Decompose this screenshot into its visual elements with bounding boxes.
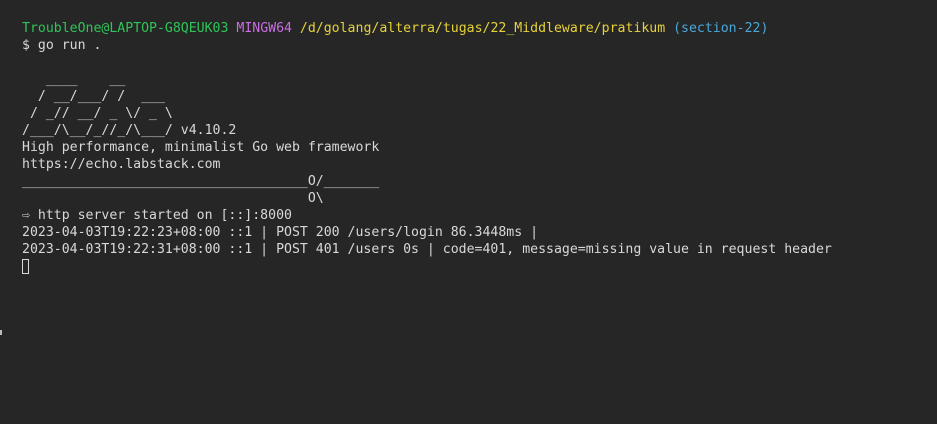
command-line: $ go run . <box>22 38 102 53</box>
banner-line: O\ <box>22 191 324 206</box>
banner-line: /___/\__/_//_/\___/ v4.10.2 <box>22 123 237 138</box>
banner-url: https://echo.labstack.com <box>22 157 221 172</box>
prompt-shell: MINGW64 <box>236 21 292 36</box>
banner-line: / _// __/ _ \/ _ \ <box>22 106 173 121</box>
server-started-line: ⇨ http server started on [::]:8000 <box>22 208 292 223</box>
log-line: 2023-04-03T19:22:23+08:00 ::1 | POST 200… <box>22 225 539 240</box>
cursor-line[interactable] <box>22 258 937 275</box>
banner-tagline: High performance, minimalist Go web fram… <box>22 140 380 155</box>
text-cursor <box>22 259 29 274</box>
prompt-user-host: TroubleOne@LAPTOP-G8QEUK03 <box>22 21 229 36</box>
log-line: 2023-04-03T19:22:31+08:00 ::1 | POST 401… <box>22 242 832 257</box>
banner-line: ____ __ <box>22 72 126 87</box>
edge-marker <box>0 330 2 335</box>
prompt-path: /d/golang/alterra/tugas/22_Middleware/pr… <box>299 21 666 36</box>
prompt-branch: (section-22) <box>673 21 769 36</box>
terminal-window[interactable]: TroubleOne@LAPTOP-G8QEUK03 MINGW64 /d/go… <box>0 0 937 424</box>
banner-line: ____________________________________O/__… <box>22 174 380 189</box>
prompt-line: TroubleOne@LAPTOP-G8QEUK03 MINGW64 /d/go… <box>22 20 937 37</box>
banner-line: / __/___/ / ___ <box>22 89 165 104</box>
